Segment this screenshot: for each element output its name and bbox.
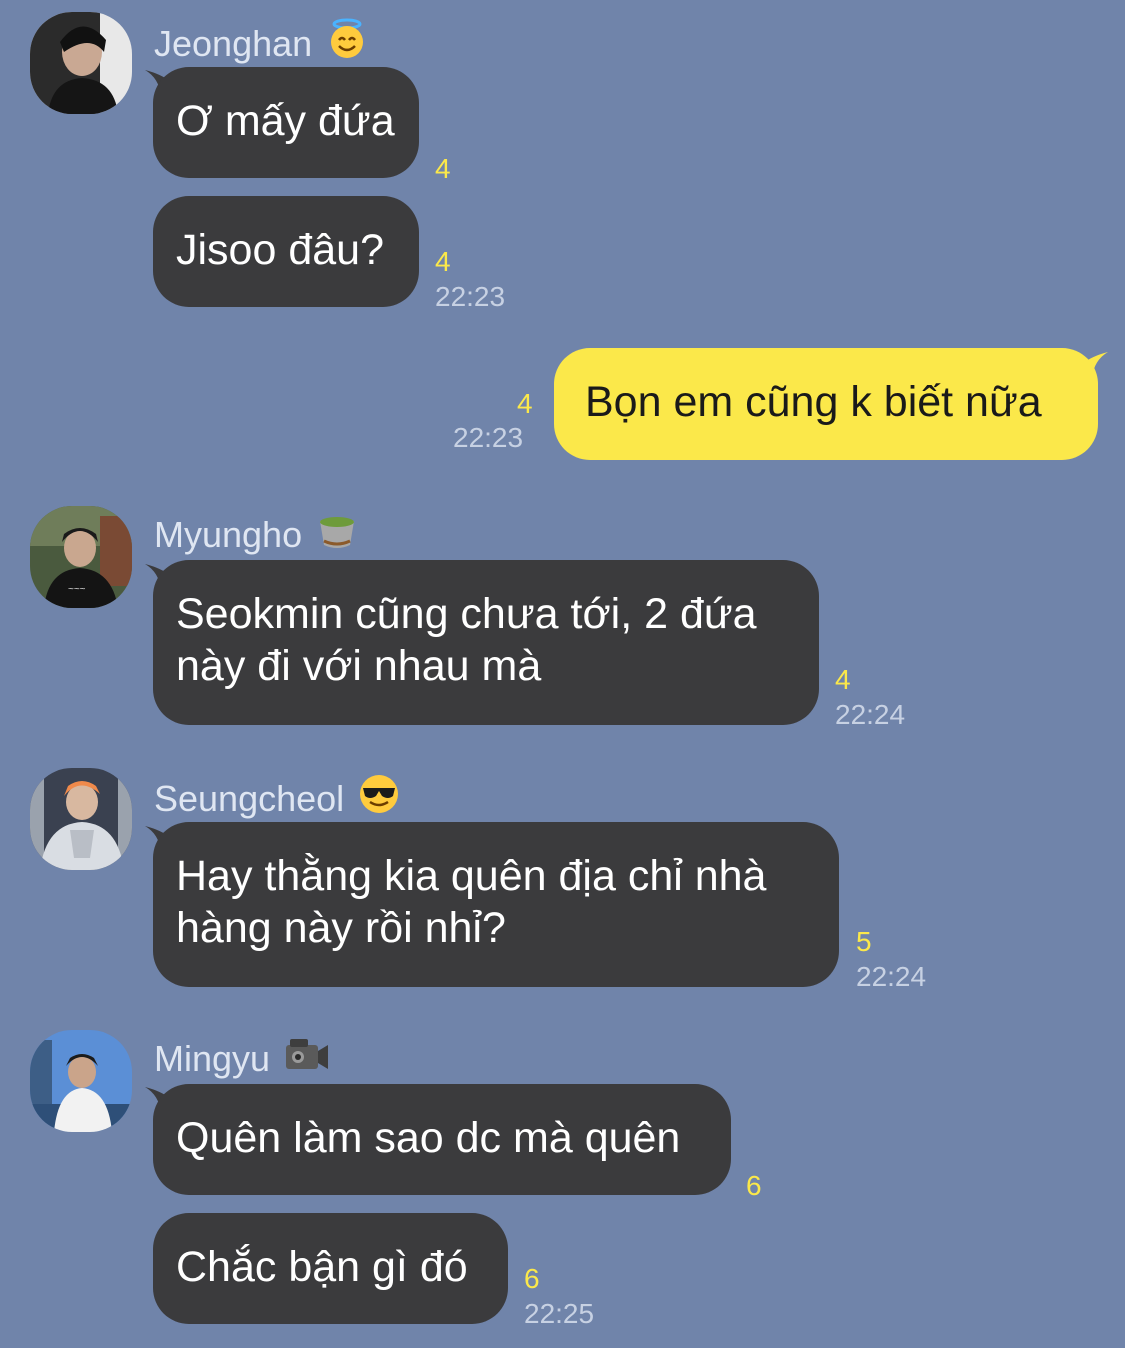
avatar-mingyu[interactable] bbox=[30, 1030, 132, 1132]
unread-count: 6 bbox=[746, 1170, 762, 1201]
sender-name: Mingyu bbox=[154, 1035, 330, 1081]
message-line: Seokmin cũng chưa tới, 2 đứa bbox=[176, 590, 757, 638]
sunglasses-emoji-icon bbox=[358, 773, 400, 821]
sender-name: Seungcheol bbox=[154, 773, 400, 821]
unread-count: 4 bbox=[435, 153, 451, 184]
unread-count: 4 bbox=[517, 388, 533, 419]
message-bubble[interactable]: Quên làm sao dc mà quên bbox=[153, 1084, 731, 1195]
message-line: này đi với nhau mà bbox=[176, 642, 542, 690]
tea-emoji-icon bbox=[316, 511, 358, 557]
unread-count: 4 bbox=[835, 664, 851, 695]
sender-name: Myungho bbox=[154, 511, 358, 557]
message-line: Hay thằng kia quên địa chỉ nhà bbox=[176, 852, 767, 900]
avatar-jeonghan[interactable] bbox=[30, 12, 132, 114]
message-bubble[interactable]: Chắc bận gì đó bbox=[153, 1213, 508, 1324]
message-line: hàng này rồi nhỉ? bbox=[176, 904, 506, 952]
unread-count: 4 bbox=[435, 246, 451, 277]
message-time: 22:24 bbox=[856, 961, 927, 992]
svg-text:~~~: ~~~ bbox=[68, 584, 86, 595]
message-bubble[interactable]: Jisoo đâu? bbox=[153, 196, 419, 307]
avatar-myungho[interactable]: ~~~ bbox=[30, 506, 132, 608]
halo-emoji-icon bbox=[326, 18, 368, 66]
sender-name: Jeonghan bbox=[154, 18, 368, 66]
message-bubble[interactable]: Hay thằng kia quên địa chỉ nhà hàng này … bbox=[153, 822, 839, 987]
my-message-bubble[interactable]: Bọn em cũng k biết nữa bbox=[554, 348, 1098, 460]
message-time: 22:23 bbox=[435, 281, 506, 312]
message-time: 22:25 bbox=[524, 1298, 595, 1329]
message-time: 22:23 bbox=[453, 422, 524, 453]
unread-count: 5 bbox=[856, 926, 872, 957]
video-camera-emoji-icon bbox=[284, 1035, 330, 1081]
unread-count: 6 bbox=[524, 1263, 540, 1294]
message-time: 22:24 bbox=[835, 699, 906, 730]
message-bubble[interactable]: Seokmin cũng chưa tới, 2 đứa này đi với … bbox=[153, 560, 819, 725]
message-bubble[interactable]: Ơ mấy đứa bbox=[153, 67, 419, 178]
avatar-seungcheol[interactable] bbox=[30, 768, 132, 870]
